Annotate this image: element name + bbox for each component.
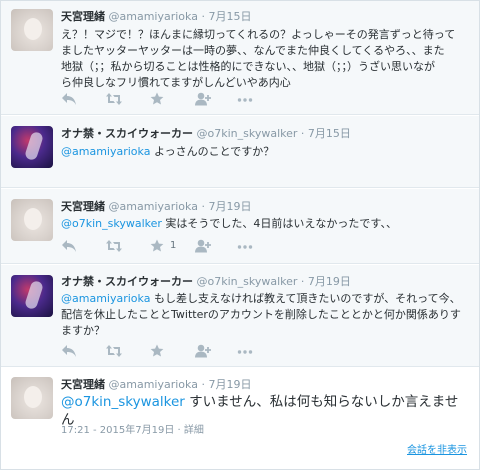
avatar[interactable]	[11, 275, 53, 317]
follow-icon[interactable]	[194, 344, 212, 360]
tweet-header: 天宮理緒 @amamiyarioka · 7月15日	[61, 10, 251, 24]
text-line: 配信を休止したこととTwitterのアカウントを削除したこととかと何か関係ありす	[61, 308, 461, 321]
reply-icon[interactable]	[61, 92, 79, 108]
separator: ·	[300, 275, 305, 288]
separator: ·	[201, 10, 205, 23]
tweet-text: @o7kin_skywalker 実はそうでした、4日前はいえなかったです、、	[61, 216, 471, 232]
display-name[interactable]: オナ禁・スカイウォーカー	[61, 127, 193, 140]
tweet-meta: 17:21 - 2015年7月19日 · 詳細	[61, 421, 204, 436]
tweet-5-focused[interactable]: 天宮理緒 @amamiyarioka · 7月19日 @o7kin_skywal…	[1, 368, 479, 469]
date[interactable]: 7月19日	[208, 200, 251, 213]
text-body: 実はそうでした、4日前はいえなかったです、、	[161, 217, 398, 230]
display-name[interactable]: 天宮理緒	[61, 378, 105, 391]
tweet-header: オナ禁・スカイウォーカー @o7kin_skywalker · 7月19日	[61, 275, 351, 289]
date[interactable]: 7月15日	[308, 127, 351, 140]
date[interactable]: 7月19日	[308, 275, 351, 288]
tweet-3[interactable]: 天宮理緒 @amamiyarioka · 7月19日 @o7kin_skywal…	[1, 189, 479, 264]
retweet-icon[interactable]	[105, 344, 123, 360]
text-body: よっさんのことですか？	[150, 145, 275, 158]
hide-conversation-link[interactable]: 会話を非表示	[407, 441, 467, 456]
retweet-icon[interactable]	[105, 239, 123, 255]
text-body: もし差し支えなければ教えて頂きたいのですが、それって今、	[150, 292, 461, 305]
more-icon[interactable]	[237, 92, 255, 108]
text-line: ましたヤッターヤッターは一時の夢、、なんでまた仲良くしてくるやろ、、また	[61, 44, 445, 57]
avatar[interactable]	[11, 377, 53, 419]
avatar[interactable]	[11, 126, 53, 168]
more-icon[interactable]	[237, 239, 255, 255]
retweet-icon[interactable]	[105, 92, 123, 108]
mention-link[interactable]: @amamiyarioka	[61, 145, 150, 158]
handle[interactable]: @o7kin_skywalker	[197, 275, 298, 288]
details-link[interactable]: 詳細	[184, 425, 204, 436]
tweet-text: @amamiyarioka もし差し支えなければ教えて頂きたいのですが、それって…	[61, 291, 471, 339]
separator: ·	[177, 425, 181, 436]
reply-icon[interactable]	[61, 239, 79, 255]
like-count: 1	[170, 240, 177, 251]
handle[interactable]: @amamiyarioka	[109, 378, 198, 391]
separator: ·	[201, 200, 205, 213]
tweet-text: @amamiyarioka よっさんのことですか？	[61, 144, 471, 160]
follow-icon[interactable]	[194, 239, 212, 255]
mention-link[interactable]: @amamiyarioka	[61, 292, 150, 305]
avatar[interactable]	[11, 9, 53, 51]
tweet-header: 天宮理緒 @amamiyarioka · 7月19日	[61, 200, 251, 214]
handle[interactable]: @amamiyarioka	[109, 10, 198, 23]
text-line: @amamiyarioka もし差し支えなければ教えて頂きたいのですが、それって…	[61, 291, 471, 307]
display-name[interactable]: 天宮理緒	[61, 10, 105, 23]
mention-link[interactable]: @o7kin_skywalker	[61, 394, 185, 410]
display-name[interactable]: 天宮理緒	[61, 200, 105, 213]
handle[interactable]: @amamiyarioka	[109, 200, 198, 213]
separator: ·	[300, 127, 305, 140]
more-icon[interactable]	[237, 344, 255, 360]
mention-link[interactable]: @o7kin_skywalker	[61, 217, 162, 230]
tweet-2[interactable]: オナ禁・スカイウォーカー @o7kin_skywalker · 7月15日 @a…	[1, 116, 479, 188]
tweet-4[interactable]: オナ禁・スカイウォーカー @o7kin_skywalker · 7月19日 @a…	[1, 265, 479, 367]
text-line: 地獄（；；私から切ることは性格的にできない、、地獄（；；）うざい思いなが	[61, 60, 435, 73]
timestamp[interactable]: 17:21 - 2015年7月19日	[61, 425, 174, 436]
tweet-header: 天宮理緒 @amamiyarioka · 7月19日	[61, 378, 251, 392]
avatar[interactable]	[11, 199, 53, 241]
follow-icon[interactable]	[194, 92, 212, 108]
like-icon[interactable]	[150, 239, 168, 255]
reply-icon[interactable]	[61, 344, 79, 360]
separator: ·	[201, 378, 205, 391]
text-line: ますか？	[61, 324, 105, 337]
conversation-panel: 天宮理緒 @amamiyarioka · 7月15日 え？！マジで！？ほんまに縁…	[0, 0, 480, 470]
tweet-header: オナ禁・スカイウォーカー @o7kin_skywalker · 7月15日	[61, 127, 351, 141]
tweet-text: え？！マジで！？ほんまに縁切ってくれるの？よっしゃーその発言ずっと待って ました…	[61, 27, 471, 91]
tweet-1[interactable]: 天宮理緒 @amamiyarioka · 7月15日 え？！マジで！？ほんまに縁…	[1, 1, 479, 115]
handle[interactable]: @o7kin_skywalker	[197, 127, 298, 140]
date[interactable]: 7月15日	[208, 10, 251, 23]
display-name[interactable]: オナ禁・スカイウォーカー	[61, 275, 193, 288]
like-icon[interactable]	[150, 344, 168, 360]
date[interactable]: 7月19日	[208, 378, 251, 391]
like-icon[interactable]	[150, 92, 168, 108]
text-line: え？！マジで！？ほんまに縁切ってくれるの？よっしゃーその発言ずっと待って	[61, 28, 456, 41]
text-line: ら仲良しなフリ慣れてますがしんどいやあ内心	[61, 76, 291, 89]
